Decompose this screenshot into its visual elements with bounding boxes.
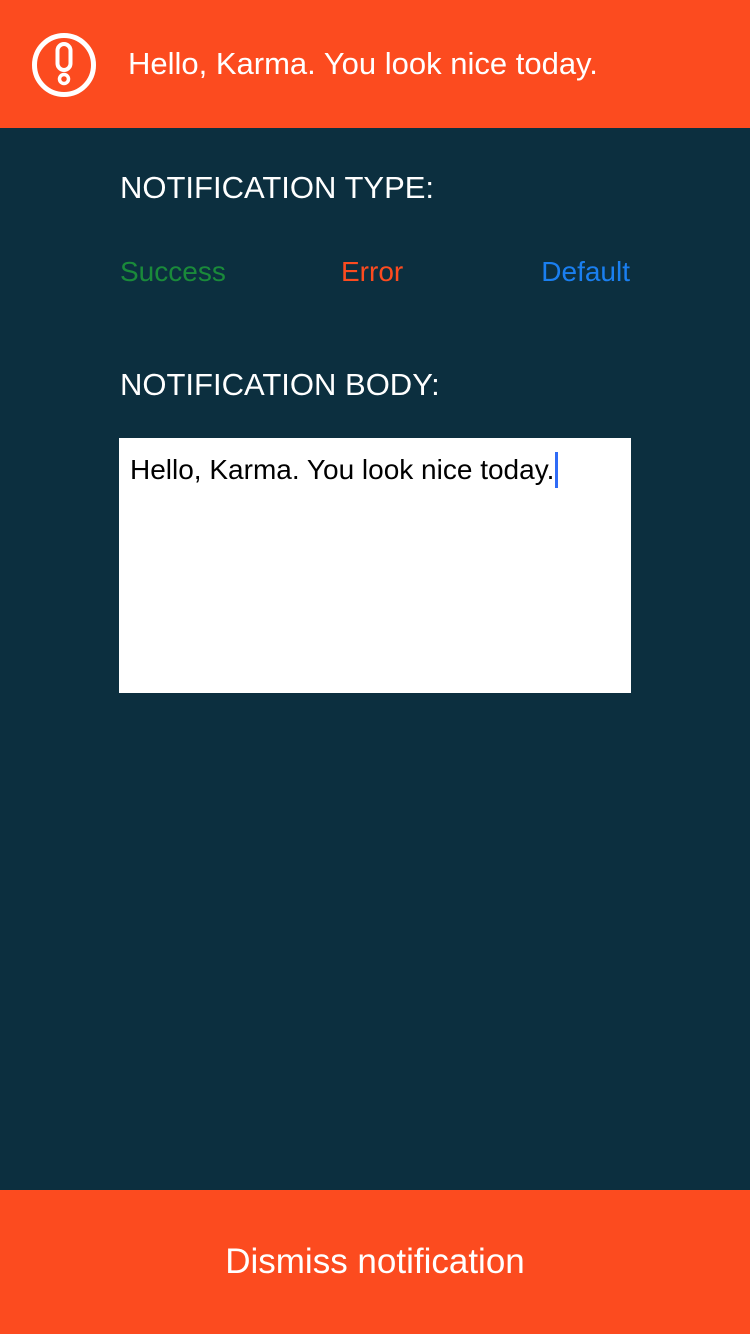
notification-body-input[interactable]: Hello, Karma. You look nice today. [119, 438, 631, 693]
notification-body-label: NOTIFICATION BODY: [120, 367, 440, 402]
text-caret [555, 452, 559, 488]
notification-type-label: NOTIFICATION TYPE: [120, 170, 435, 205]
notification-body-text: Hello, Karma. You look nice today. [130, 454, 555, 485]
dismiss-notification-button[interactable]: Dismiss notification [0, 1190, 750, 1334]
alert-icon [32, 33, 96, 97]
type-option-error[interactable]: Error [341, 254, 403, 290]
type-option-success[interactable]: Success [120, 254, 226, 290]
banner-message: Hello, Karma. You look nice today. [128, 46, 598, 81]
type-option-default[interactable]: Default [541, 254, 630, 290]
notification-banner: Hello, Karma. You look nice today. [0, 0, 750, 128]
